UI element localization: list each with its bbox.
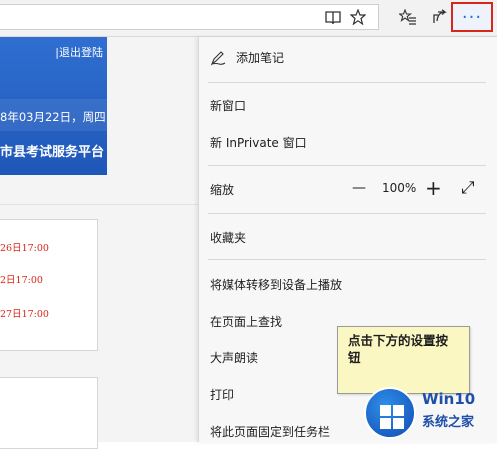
notice-deadline[interactable]: 2日17:00 [0, 272, 43, 286]
reading-view-icon[interactable] [321, 6, 345, 28]
content-panel [0, 377, 98, 449]
menu-item-new-inprivate[interactable]: 新 InPrivate 窗口 [210, 134, 307, 151]
watermark-title: Win10 [422, 390, 476, 408]
watermark-subtitle: 系统之家 [422, 415, 475, 430]
menu-divider [208, 82, 486, 83]
callout-text: 点击下方的设置按钮 [348, 333, 449, 365]
browser-toolbar: ··· [0, 0, 497, 37]
notice-deadline[interactable]: 26日17:00 [0, 240, 49, 254]
menu-item-new-window[interactable]: 新窗口 [210, 97, 246, 114]
menu-item-pin-to-taskbar[interactable]: 将此页面固定到任务栏 [210, 423, 330, 440]
notice-deadline[interactable]: 27日17:00 [0, 306, 49, 320]
windows-logo-icon [364, 387, 416, 439]
menu-item-favorites[interactable]: 收藏夹 [210, 229, 246, 246]
menu-divider [208, 165, 486, 166]
notice-panel: 26日17:00 2日17:00 27日17:00 [0, 219, 98, 351]
favorite-star-icon[interactable] [346, 6, 370, 28]
menu-divider [208, 259, 486, 260]
zoom-level: 100% [382, 181, 417, 195]
share-icon[interactable] [428, 6, 452, 28]
logout-link[interactable]: |退出登陆 [55, 44, 103, 60]
menu-item-read-aloud[interactable]: 大声朗读 [210, 349, 258, 366]
page-divider [0, 204, 198, 205]
menu-item-label: 添加笔记 [236, 51, 285, 65]
web-page: |退出登陆 8年03月22日，周四 市县考试服务平台 26日17:00 2日17… [0, 37, 198, 449]
menu-divider [208, 213, 486, 214]
zoom-out-button[interactable]: — [352, 178, 366, 198]
favorites-hub-icon[interactable] [396, 6, 420, 28]
fullscreen-icon[interactable]: ⤢ [461, 178, 475, 198]
more-button[interactable]: ··· [451, 2, 493, 32]
zoom-label: 缩放 [210, 183, 235, 197]
more-icon: ··· [461, 6, 483, 28]
site-watermark: Win10 系统之家 [364, 383, 497, 442]
menu-item-find-on-page[interactable]: 在页面上查找 [210, 313, 282, 330]
menu-item-add-notes[interactable]: 添加笔记 [210, 49, 284, 66]
menu-item-print[interactable]: 打印 [210, 386, 234, 403]
current-date: 8年03月22日，周四 [0, 110, 106, 124]
zoom-in-button[interactable]: + [425, 176, 442, 200]
site-banner: |退出登陆 8年03月22日，周四 市县考试服务平台 [0, 37, 107, 175]
pen-icon [210, 50, 226, 66]
menu-item-cast-media[interactable]: 将媒体转移到设备上播放 [210, 276, 342, 293]
platform-title: 市县考试服务平台 [0, 145, 105, 160]
